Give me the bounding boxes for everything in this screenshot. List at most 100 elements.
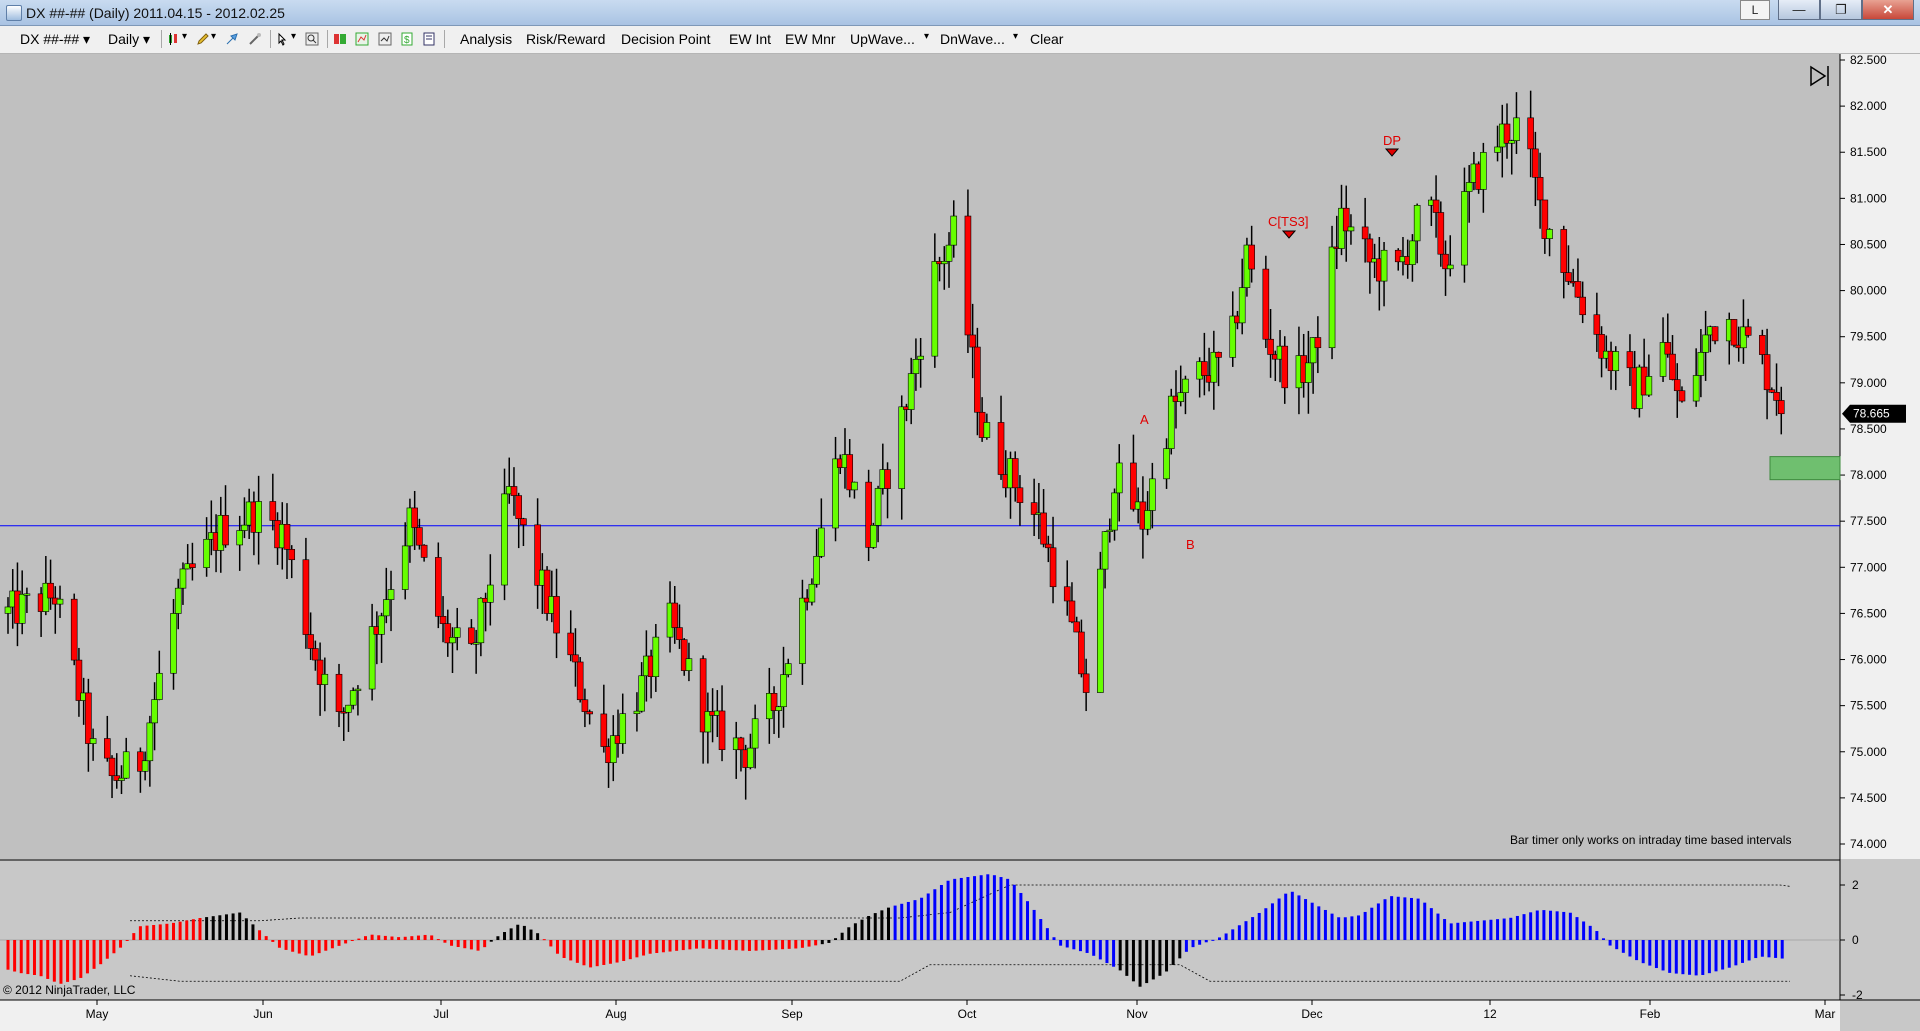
histogram-bar [1502,918,1506,940]
close-button[interactable]: ✕ [1862,0,1914,20]
histogram-bar [1350,916,1354,940]
histogram-bar [1237,925,1241,940]
histogram-bar [1403,897,1407,940]
data-box-icon[interactable] [225,32,239,46]
histogram-bar [582,940,586,966]
indicator-tick-label: 0 [1852,933,1859,947]
histogram-bar [1701,940,1705,975]
histogram-bar [516,924,520,940]
histogram-bar [330,940,334,949]
time-axis[interactable] [0,1000,1840,1031]
histogram-bar [1357,915,1361,940]
chevron-down-icon[interactable]: ▾ [924,31,929,42]
histogram-bar [357,938,361,940]
histogram-bar [655,940,659,954]
histogram-bar [1290,891,1294,940]
histogram-bar [1052,937,1056,940]
histogram-bar [1019,892,1023,940]
histogram-bar [291,940,295,952]
histogram-bar [946,880,950,940]
chevron-down-icon[interactable]: ▾ [211,31,216,42]
title-bar: DX ##-## (Daily) 2011.04.15 - 2012.02.25… [0,0,1920,26]
document-icon[interactable] [422,32,436,46]
strategies-icon[interactable] [378,32,392,46]
histogram-bar [1198,940,1202,945]
histogram-bar [430,935,434,940]
menu-ew-int[interactable]: EW Int [729,31,771,47]
histogram-bar [72,940,76,981]
histogram-bar [979,875,983,940]
maximize-button[interactable]: ❐ [1820,0,1862,20]
zoom-icon[interactable] [305,32,319,46]
interval-selector[interactable]: Daily ▾ [108,31,150,48]
histogram-bar [1707,940,1711,974]
upper-envelope-line [130,884,1791,922]
histogram-bar [231,913,235,940]
histogram-bar [1251,917,1255,940]
window-title: DX ##-## (Daily) 2011.04.15 - 2012.02.25 [26,5,285,21]
histogram-bar [1694,940,1698,976]
indicator-tick-label: -2 [1852,988,1863,1002]
window-controls: — ❐ ✕ [1778,0,1914,20]
pencil-icon[interactable] [196,32,210,46]
price-axis[interactable] [1840,54,1920,859]
histogram-bar [860,919,864,940]
histogram-bar [675,940,679,951]
histogram-bar [1615,940,1619,950]
cursor-icon[interactable] [276,32,290,46]
menu-analysis[interactable]: Analysis [460,31,512,47]
histogram-bar [1668,940,1672,973]
histogram-bar [966,877,970,940]
lower-envelope-line [129,964,1790,982]
indicators-icon[interactable] [355,32,369,46]
menu-ew-mnr[interactable]: EW Mnr [785,31,836,47]
histogram-bar [807,940,811,947]
histogram-bar [1575,917,1579,940]
money-icon[interactable]: $ [400,32,414,46]
histogram-bar [1588,925,1592,940]
histogram-bar [781,940,785,950]
histogram-bar [635,940,639,958]
histogram-bar [767,940,771,950]
minimize-button[interactable]: — [1778,0,1820,20]
layout-button[interactable]: L [1740,0,1770,20]
histogram-bar [297,940,301,954]
chart-panel[interactable] [0,54,1840,859]
histogram-bar [1145,940,1149,984]
chevron-down-icon[interactable]: ▾ [291,31,296,42]
bar-type-icon[interactable] [167,32,181,46]
histogram-bar [529,929,533,940]
histogram-bar [853,923,857,940]
menu-dnwave[interactable]: DnWave... [940,31,1005,47]
histogram-bar [1217,937,1221,940]
histogram-bar [1549,910,1553,940]
histogram-bar [1006,878,1010,940]
toolbar-separator [444,30,445,48]
histogram-bar [1522,914,1526,940]
histogram-bar [1688,940,1692,975]
histogram-bar [1092,940,1096,956]
histogram-bar [1039,919,1043,940]
wand-icon[interactable] [248,32,262,46]
histogram-bar [1026,901,1030,940]
histogram-bar [840,932,844,940]
histogram-bar [814,940,818,946]
chevron-down-icon: ▾ [83,31,91,47]
menu-decision-point[interactable]: Decision Point [621,31,711,47]
menu-risk-reward[interactable]: Risk/Reward [526,31,605,47]
instrument-selector[interactable]: DX ##-## ▾ [20,31,90,48]
histogram-bar [648,940,652,954]
chevron-down-icon[interactable]: ▾ [182,31,187,42]
histogram-bar [423,934,427,940]
histogram-bar [608,940,612,964]
properties-icon[interactable] [333,32,347,46]
histogram-bar [1489,919,1493,940]
histogram-bar [1515,915,1519,940]
menu-clear[interactable]: Clear [1030,31,1063,47]
histogram-bar [602,940,606,965]
histogram-bar [1012,884,1016,940]
chevron-down-icon[interactable]: ▾ [1013,31,1018,42]
menu-upwave[interactable]: UpWave... [850,31,915,47]
histogram-bar [1661,940,1665,971]
histogram-bar [1767,940,1771,958]
